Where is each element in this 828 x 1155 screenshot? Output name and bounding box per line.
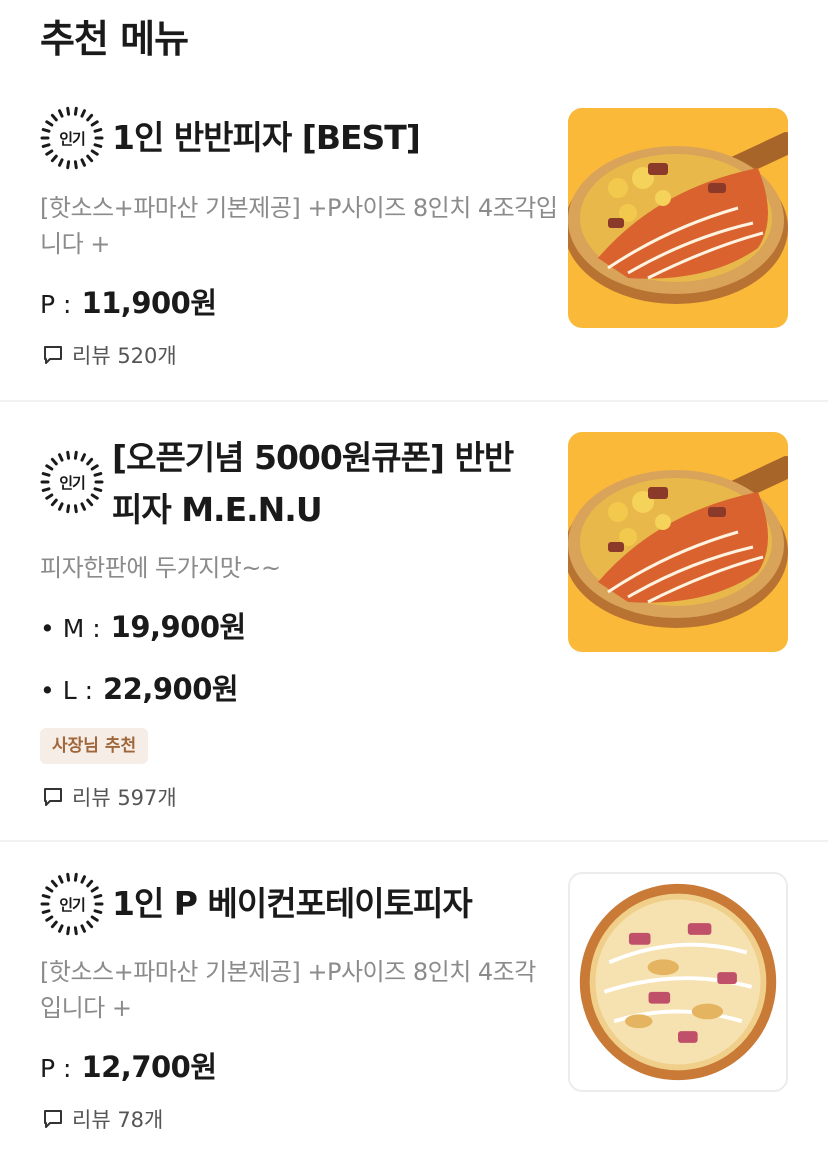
item-name: 1인 P 베이컨포테이토피자 (112, 884, 473, 923)
popular-badge: 인기 (40, 106, 104, 170)
half-half-pizza-image (568, 131, 788, 304)
comment-icon (44, 1110, 62, 1128)
review-count: 리뷰 520개 (72, 344, 177, 368)
review-row[interactable]: 리뷰 597개 (42, 782, 177, 812)
owner-recommend-badge: 사장님 추천 (40, 728, 149, 764)
price-value: 22,900원 (103, 672, 239, 706)
price-row-m: • M : 19,900원 (40, 604, 246, 646)
half-half-pizza-image (568, 455, 788, 628)
item-description: [핫소스+파마산 기본제공] +P사이즈 8인치 4조각입니다 + (40, 958, 536, 1022)
item-name: 1인 반반피자 [BEST] (112, 118, 421, 157)
price-label: P : (40, 1054, 72, 1083)
price-row-l: • L : 22,900원 (40, 666, 239, 708)
item-title-row: 인기 [오픈기념 5000원큐폰] 반반피자 M.E.N.U (40, 432, 540, 536)
bacon-potato-pizza-image (579, 883, 777, 1081)
price-value: 19,900원 (110, 610, 247, 644)
price-row: P : 12,700원 (40, 1044, 217, 1086)
review-count: 리뷰 597개 (72, 786, 177, 810)
menu-item-2[interactable]: 인기 [오픈기념 5000원큐폰] 반반피자 M.E.N.U 피자한판에 두가지… (0, 402, 828, 840)
menu-image[interactable] (568, 872, 788, 1092)
item-title-row: 인기 1인 반반피자 [BEST] (40, 106, 540, 170)
review-count: 리뷰 78개 (72, 1108, 164, 1132)
price-label: P : (40, 290, 72, 319)
popular-badge: 인기 (40, 450, 104, 514)
comment-icon (44, 346, 62, 364)
price-label: • M : (40, 614, 101, 643)
menu-image[interactable] (568, 108, 788, 328)
item-description: [핫소스+파마산 기본제공] +P사이즈 8인치 4조각입니다 + (40, 194, 558, 258)
menu-item-1[interactable]: 인기 1인 반반피자 [BEST] [핫소스+파마산 기본제공] +P사이즈 8… (0, 0, 828, 400)
price-value: 12,700원 (81, 1050, 217, 1084)
comment-icon (44, 788, 62, 806)
review-row[interactable]: 리뷰 78개 (42, 1104, 163, 1134)
menu-image[interactable] (568, 432, 788, 652)
menu-item-3[interactable]: 인기 1인 P 베이컨포테이토피자 [핫소스+파마산 기본제공] +P사이즈 8… (0, 842, 828, 1155)
price-value: 11,900원 (81, 286, 217, 320)
price-label: • L : (40, 676, 93, 705)
item-title-row: 인기 1인 P 베이컨포테이토피자 (40, 872, 540, 936)
popular-badge: 인기 (40, 872, 104, 936)
price-row: P : 11,900원 (40, 280, 217, 322)
review-row[interactable]: 리뷰 520개 (42, 340, 177, 370)
item-description: 피자한판에 두가지맛~~ (40, 554, 281, 582)
item-name: [오픈기념 5000원큐폰] 반반피자 M.E.N.U (112, 438, 514, 529)
